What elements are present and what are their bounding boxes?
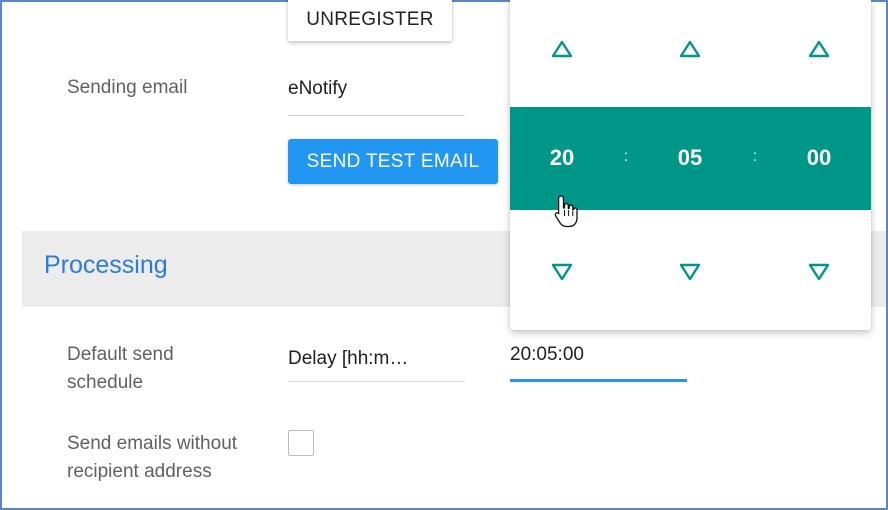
- send-without-recipient-label-line1: Send emails without: [67, 433, 238, 454]
- minutes-down-icon[interactable]: [678, 262, 702, 282]
- seconds-up-icon[interactable]: [807, 39, 831, 59]
- send-without-recipient-checkbox[interactable]: [288, 430, 314, 456]
- seconds-value[interactable]: 00: [789, 145, 849, 171]
- default-send-schedule-label: Default send schedule: [67, 341, 174, 397]
- section-title-processing: Processing: [44, 251, 168, 279]
- sending-email-underline: [288, 115, 465, 116]
- default-send-schedule-label-line2: schedule: [67, 372, 144, 393]
- schedule-time-input[interactable]: 20:05:00: [510, 344, 584, 366]
- schedule-type-underline: [288, 381, 465, 382]
- minutes-up-icon[interactable]: [678, 39, 702, 59]
- minutes-value[interactable]: 05: [660, 145, 720, 171]
- hours-minutes-separator: :: [623, 148, 629, 165]
- schedule-type-select[interactable]: Delay [hh:m…: [288, 348, 408, 370]
- hours-value[interactable]: 20: [532, 145, 592, 171]
- unregister-button[interactable]: UNREGISTER: [288, 0, 452, 41]
- schedule-time-focus-underline: [510, 379, 687, 382]
- send-test-email-button[interactable]: SEND TEST EMAIL: [288, 139, 498, 184]
- hours-up-icon[interactable]: [550, 39, 574, 59]
- minutes-seconds-separator: :: [752, 148, 758, 165]
- sending-email-label: Sending email: [67, 77, 188, 98]
- sending-email-value[interactable]: eNotify: [288, 78, 347, 100]
- seconds-down-icon[interactable]: [807, 262, 831, 282]
- hours-down-icon[interactable]: [550, 262, 574, 282]
- send-without-recipient-label-line2: recipient address: [67, 461, 212, 482]
- default-send-schedule-label-line1: Default send: [67, 344, 174, 365]
- hand-cursor-icon: [554, 194, 578, 228]
- send-without-recipient-label: Send emails without recipient address: [67, 430, 237, 486]
- time-picker-popup: 20 : 05 : 00: [510, 0, 871, 330]
